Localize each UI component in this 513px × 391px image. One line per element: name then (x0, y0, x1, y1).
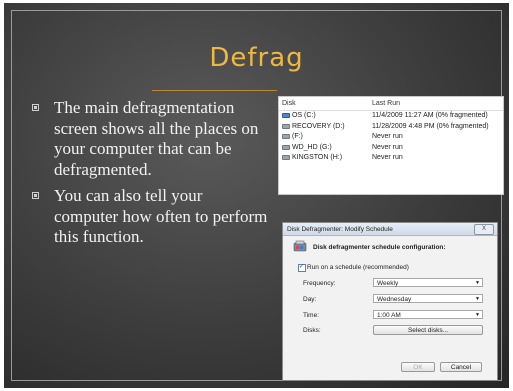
disk-last-run: Never run (372, 154, 403, 161)
disk-last-run: Never run (372, 133, 403, 140)
close-button[interactable]: X (474, 224, 494, 235)
bullet-item: You can also tell your computer how ofte… (30, 186, 270, 248)
disk-name: RECOVERY (D:) (292, 122, 345, 130)
chevron-down-icon: ▼ (475, 312, 480, 318)
disks-label: Disks: (303, 327, 321, 334)
disk-name: (F:) (292, 133, 303, 140)
dialog-titlebar: Disk Defragmenter: Modify Schedule X (283, 223, 497, 236)
bullet-list: The main defragmentation screen shows al… (30, 98, 270, 254)
frequency-label: Frequency: (303, 280, 336, 287)
connector-line (152, 90, 277, 91)
bullet-item: The main defragmentation screen shows al… (30, 98, 270, 180)
defrag-icon (293, 240, 307, 252)
disk-list-header: Disk Last Run (279, 97, 503, 111)
day-select[interactable]: Wednesday ▼ (373, 294, 483, 303)
drive-icon (282, 144, 290, 150)
day-label: Day: (303, 296, 317, 303)
dialog-title: Disk Defragmenter: Modify Schedule (287, 226, 393, 233)
time-select[interactable]: 1:00 AM ▼ (373, 310, 483, 319)
disk-row[interactable]: KINGSTON (H:) Never run (279, 153, 503, 164)
slide: Defrag The main defragmentation screen s… (4, 3, 509, 388)
column-header-last-run[interactable]: Last Run (372, 100, 400, 107)
modify-schedule-dialog: Disk Defragmenter: Modify Schedule X Dis… (282, 222, 498, 381)
frequency-select[interactable]: Weekly ▼ (373, 278, 483, 287)
disk-last-run: 11/4/2009 11:27 AM (0% fragmented) (372, 112, 488, 119)
bullet-text: The main defragmentation screen shows al… (54, 98, 259, 179)
square-bullet-icon (32, 104, 39, 111)
run-on-schedule-label[interactable]: Run on a schedule (recommended) (307, 264, 409, 271)
disk-row[interactable]: RECOVERY (D:) 11/28/2009 4:48 PM (0% fra… (279, 122, 503, 133)
select-disks-button[interactable]: Select disks... (373, 325, 483, 335)
disk-name: KINGSTON (H:) (292, 154, 343, 161)
disk-last-run: 11/28/2009 4:48 PM (0% fragmented) (372, 122, 489, 130)
time-value: 1:00 AM (377, 312, 401, 319)
drive-icon (282, 123, 290, 129)
chevron-down-icon: ▼ (475, 280, 480, 286)
drive-icon (282, 134, 290, 139)
day-value: Wednesday (377, 296, 412, 303)
run-on-schedule-checkbox[interactable] (298, 263, 306, 272)
disk-last-run: Never run (372, 143, 403, 151)
bullet-text: You can also tell your computer how ofte… (54, 186, 268, 246)
cancel-button[interactable]: Cancel (440, 362, 482, 372)
disk-row[interactable]: (F:) Never run (279, 132, 503, 143)
column-header-disk[interactable]: Disk (282, 100, 296, 107)
os-drive-icon (282, 113, 290, 118)
disk-row[interactable]: WD_HD (G:) Never run (279, 143, 503, 154)
time-label: Time: (303, 312, 320, 319)
drive-icon (282, 155, 290, 160)
disk-row[interactable]: OS (C:) 11/4/2009 11:27 AM (0% fragmente… (279, 111, 503, 122)
square-bullet-icon (32, 192, 39, 199)
disk-name: WD_HD (G:) (292, 143, 332, 151)
disk-list-panel: Disk Last Run OS (C:) 11/4/2009 11:27 AM… (278, 96, 504, 195)
slide-title: Defrag (209, 43, 304, 73)
dialog-heading: Disk defragmenter schedule configuration… (313, 244, 446, 251)
ok-button[interactable]: OK (401, 362, 435, 372)
chevron-down-icon: ▼ (475, 296, 480, 302)
frequency-value: Weekly (377, 280, 399, 287)
disk-name: OS (C:) (292, 112, 316, 119)
